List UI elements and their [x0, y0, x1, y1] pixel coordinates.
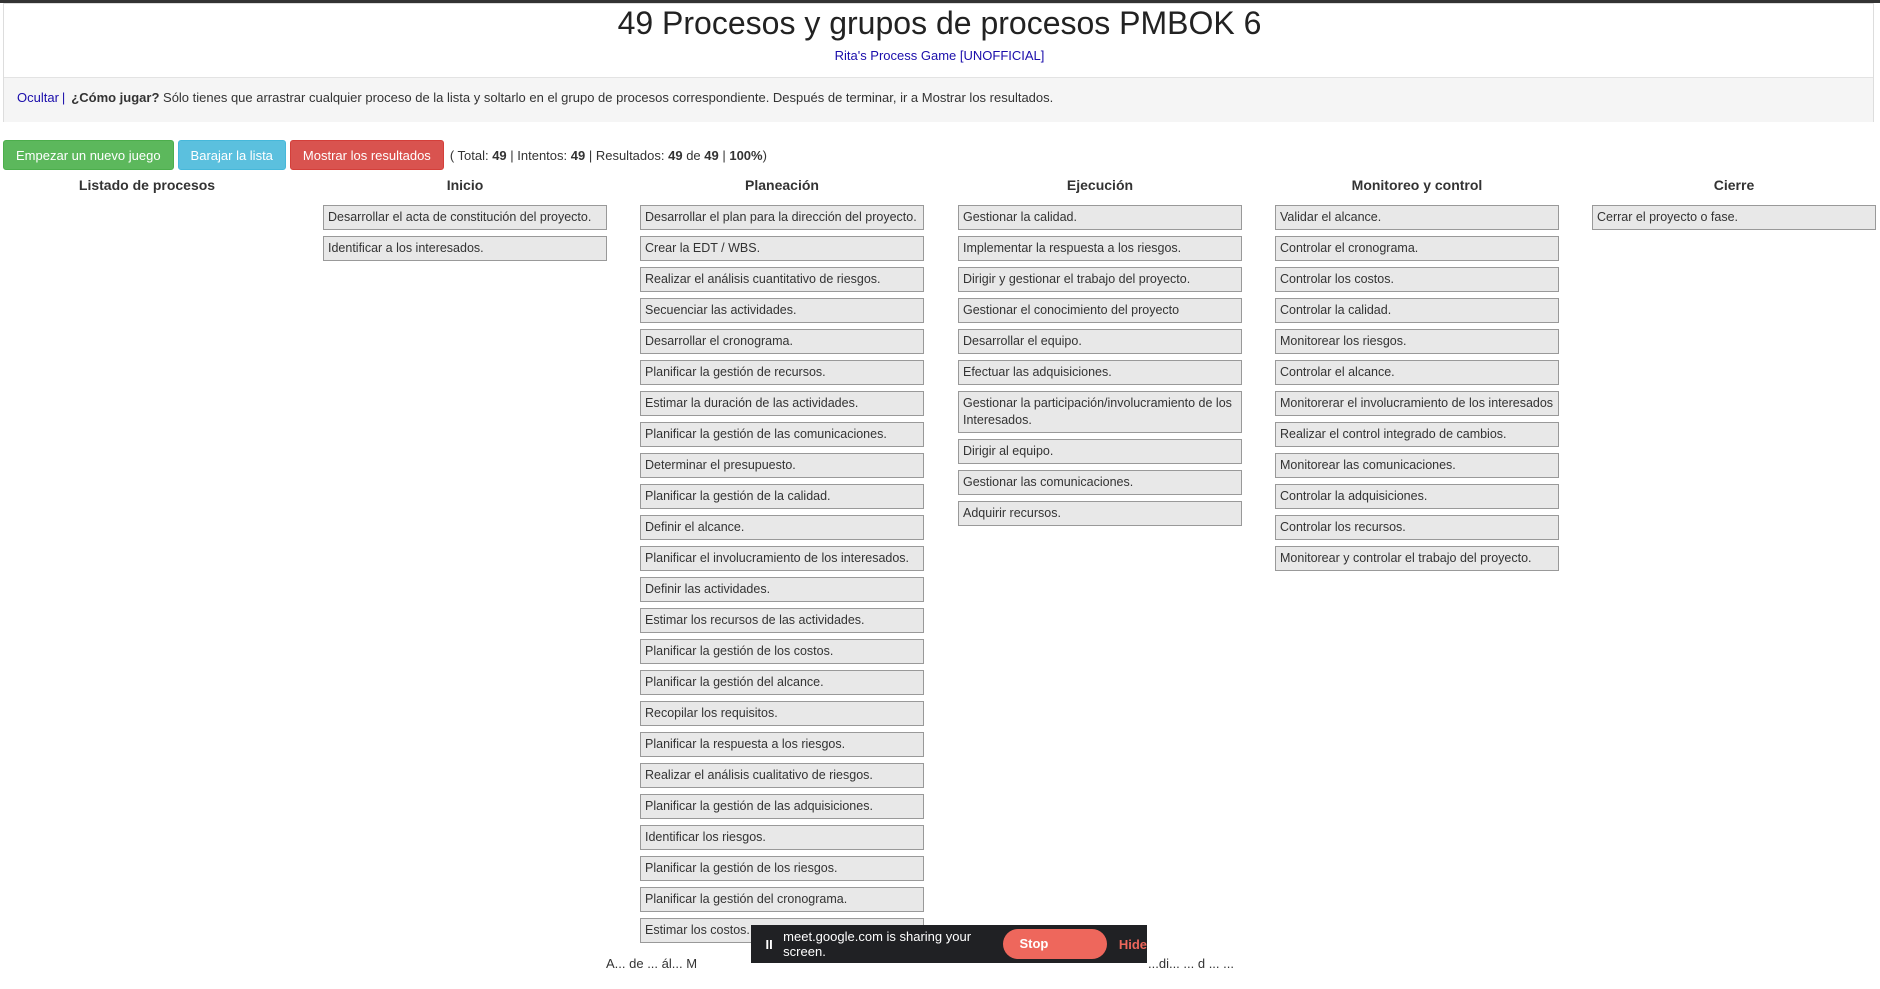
footer-text-left: A... de ... ál... M — [606, 956, 698, 971]
process-item[interactable]: Planificar la gestión de los riesgos. — [640, 856, 924, 881]
column-header-ejecucion: Ejecución — [1066, 177, 1134, 193]
process-item[interactable]: Desarrollar el cronograma. — [640, 329, 924, 354]
instructions-bar: Ocultar | ¿Cómo jugar? Sólo tienes que arr… — [4, 77, 1873, 122]
share-message: meet.google.com is sharing your screen. — [783, 929, 972, 959]
process-item[interactable]: Planificar la gestión del cronograma. — [640, 887, 924, 912]
process-item[interactable]: Controlar el alcance. — [1275, 360, 1559, 385]
process-item[interactable]: Validar el alcance. — [1275, 205, 1559, 230]
process-item[interactable]: Gestionar el conocimiento del proyecto — [958, 298, 1242, 323]
process-item[interactable]: Gestionar la participación/involucramien… — [958, 391, 1242, 433]
column-ejecucion[interactable]: Gestionar la calidad. Implementar la resp… — [958, 205, 1242, 532]
pause-icon: II — [765, 936, 773, 952]
process-item[interactable]: Identificar a los interesados. — [323, 236, 607, 261]
process-item[interactable]: Gestionar la calidad. — [958, 205, 1242, 230]
page-title: 49 Procesos y grupos de procesos PMBOK 6 — [617, 5, 1262, 41]
process-item[interactable]: Efectuar las adquisiciones. — [958, 360, 1242, 385]
process-item[interactable]: Realizar el análisis cuantitativo de rie… — [640, 267, 924, 292]
subtitle-link[interactable]: Rita's Process Game [UNOFFICIAL] — [4, 48, 1875, 63]
process-item[interactable]: Planificar la respuesta a los riesgos. — [640, 732, 924, 757]
process-item[interactable]: Planificar la gestión de la calidad. — [640, 484, 924, 509]
stats-results: 49 — [668, 147, 683, 163]
process-item[interactable]: Monitorerar el involucramiento de los in… — [1275, 391, 1559, 416]
instructions-text: Sólo tienes que arrastrar cualquier proc… — [159, 90, 1054, 105]
process-item[interactable]: Recopilar los requisitos. — [640, 701, 924, 726]
process-item[interactable]: Monitorear las comunicaciones. — [1275, 453, 1559, 478]
stats-readout: ( Total: 49 | Intentos: 49 | Resultados:… — [449, 147, 767, 163]
column-cierre[interactable]: Cerrar el proyecto o fase. — [1592, 205, 1876, 236]
process-item[interactable]: Dirigir al equipo. — [958, 439, 1242, 464]
shuffle-button[interactable]: Barajar la lista — [177, 140, 286, 170]
hide-instructions-link[interactable]: Ocultar — [17, 90, 59, 105]
process-item[interactable]: Planificar la gestión de las comunicacio… — [640, 422, 924, 447]
process-item[interactable]: Crear la EDT / WBS. — [640, 236, 924, 261]
hide-share-bar-button[interactable]: Hide — [1119, 937, 1147, 952]
screen-share-bar: II meet.google.com is sharing your scree… — [751, 925, 1147, 981]
process-item[interactable]: Implementar la respuesta a los riesgos. — [958, 236, 1242, 261]
process-item[interactable]: Desarrollar el equipo. — [958, 329, 1242, 354]
column-monitoreo[interactable]: Validar el alcance. Controlar el cronogra… — [1275, 205, 1559, 577]
separator: | — [61, 90, 66, 105]
stats-total: 49 — [492, 147, 507, 163]
process-item[interactable]: Monitorear y controlar el trabajo del pr… — [1275, 546, 1559, 571]
header-panel: 49 Procesos y grupos de procesos PMBOK 6… — [3, 3, 1874, 122]
process-item[interactable]: Dirigir y gestionar el trabajo del proye… — [958, 267, 1242, 292]
process-item[interactable]: Adquirir recursos. — [958, 501, 1242, 526]
new-game-button[interactable]: Empezar un nuevo juego — [3, 140, 174, 170]
stats-results-total: 49 — [704, 147, 719, 163]
stats-attempts: 49 — [570, 147, 586, 163]
process-item[interactable]: Planificar la gestión del alcance. — [640, 670, 924, 695]
process-item[interactable]: Determinar el presupuesto. — [640, 453, 924, 478]
process-item[interactable]: Controlar la adquisiciones. — [1275, 484, 1559, 509]
process-item[interactable]: Controlar la calidad. — [1275, 298, 1559, 323]
process-item[interactable]: Desarrollar el plan para la dirección de… — [640, 205, 924, 230]
process-item[interactable]: Estimar los recursos de las actividades. — [640, 608, 924, 633]
process-item[interactable]: Cerrar el proyecto o fase. — [1592, 205, 1876, 230]
process-item[interactable]: Definir las actividades. — [640, 577, 924, 602]
process-item[interactable]: Secuenciar las actividades. — [640, 298, 924, 323]
controls-bar: Empezar un nuevo juego Barajar la lista … — [3, 140, 767, 170]
column-inicio[interactable]: Desarrollar el acta de constitución del … — [323, 205, 607, 267]
process-item[interactable]: Realizar el control integrado de cambios… — [1275, 422, 1559, 447]
show-results-button[interactable]: Mostrar los resultados — [289, 140, 444, 170]
process-item[interactable]: Realizar el análisis cualitativo de ries… — [640, 763, 924, 788]
process-item[interactable]: Gestionar las comunicaciones. — [958, 470, 1242, 495]
process-item[interactable]: Planificar la gestión de los costos. — [640, 639, 924, 664]
column-header-planeacion: Planeación — [745, 177, 819, 193]
process-item[interactable]: Controlar los recursos. — [1275, 515, 1559, 540]
column-header-cierre: Cierre — [1713, 177, 1755, 193]
column-header-inicio: Inicio — [446, 177, 484, 193]
process-item[interactable]: Estimar la duración de las actividades. — [640, 391, 924, 416]
process-item[interactable]: Identificar los riesgos. — [640, 825, 924, 850]
stop-sharing-button[interactable]: Stop sharing — [1003, 929, 1107, 981]
column-planeacion[interactable]: Desarrollar el plan para la dirección de… — [640, 205, 924, 949]
process-item[interactable]: Planificar la gestión de recursos. — [640, 360, 924, 385]
process-item[interactable]: Planificar el involucramiento de los int… — [640, 546, 924, 571]
column-header-listado: Listado de procesos — [78, 177, 216, 193]
stats-percent: 100% — [729, 147, 763, 163]
footer-text-right: ...di... ... d ... ... — [1148, 956, 1234, 971]
process-item[interactable]: Desarrollar el acta de constitución del … — [323, 205, 607, 230]
process-item[interactable]: Planificar la gestión de las adquisicion… — [640, 794, 924, 819]
process-item[interactable]: Monitorear los riesgos. — [1275, 329, 1559, 354]
how-to-play-label: ¿Cómo jugar? — [71, 90, 160, 105]
process-item[interactable]: Definir el alcance. — [640, 515, 924, 540]
column-header-monitoreo: Monitoreo y control — [1351, 177, 1483, 193]
process-item[interactable]: Controlar los costos. — [1275, 267, 1559, 292]
process-item[interactable]: Controlar el cronograma. — [1275, 236, 1559, 261]
